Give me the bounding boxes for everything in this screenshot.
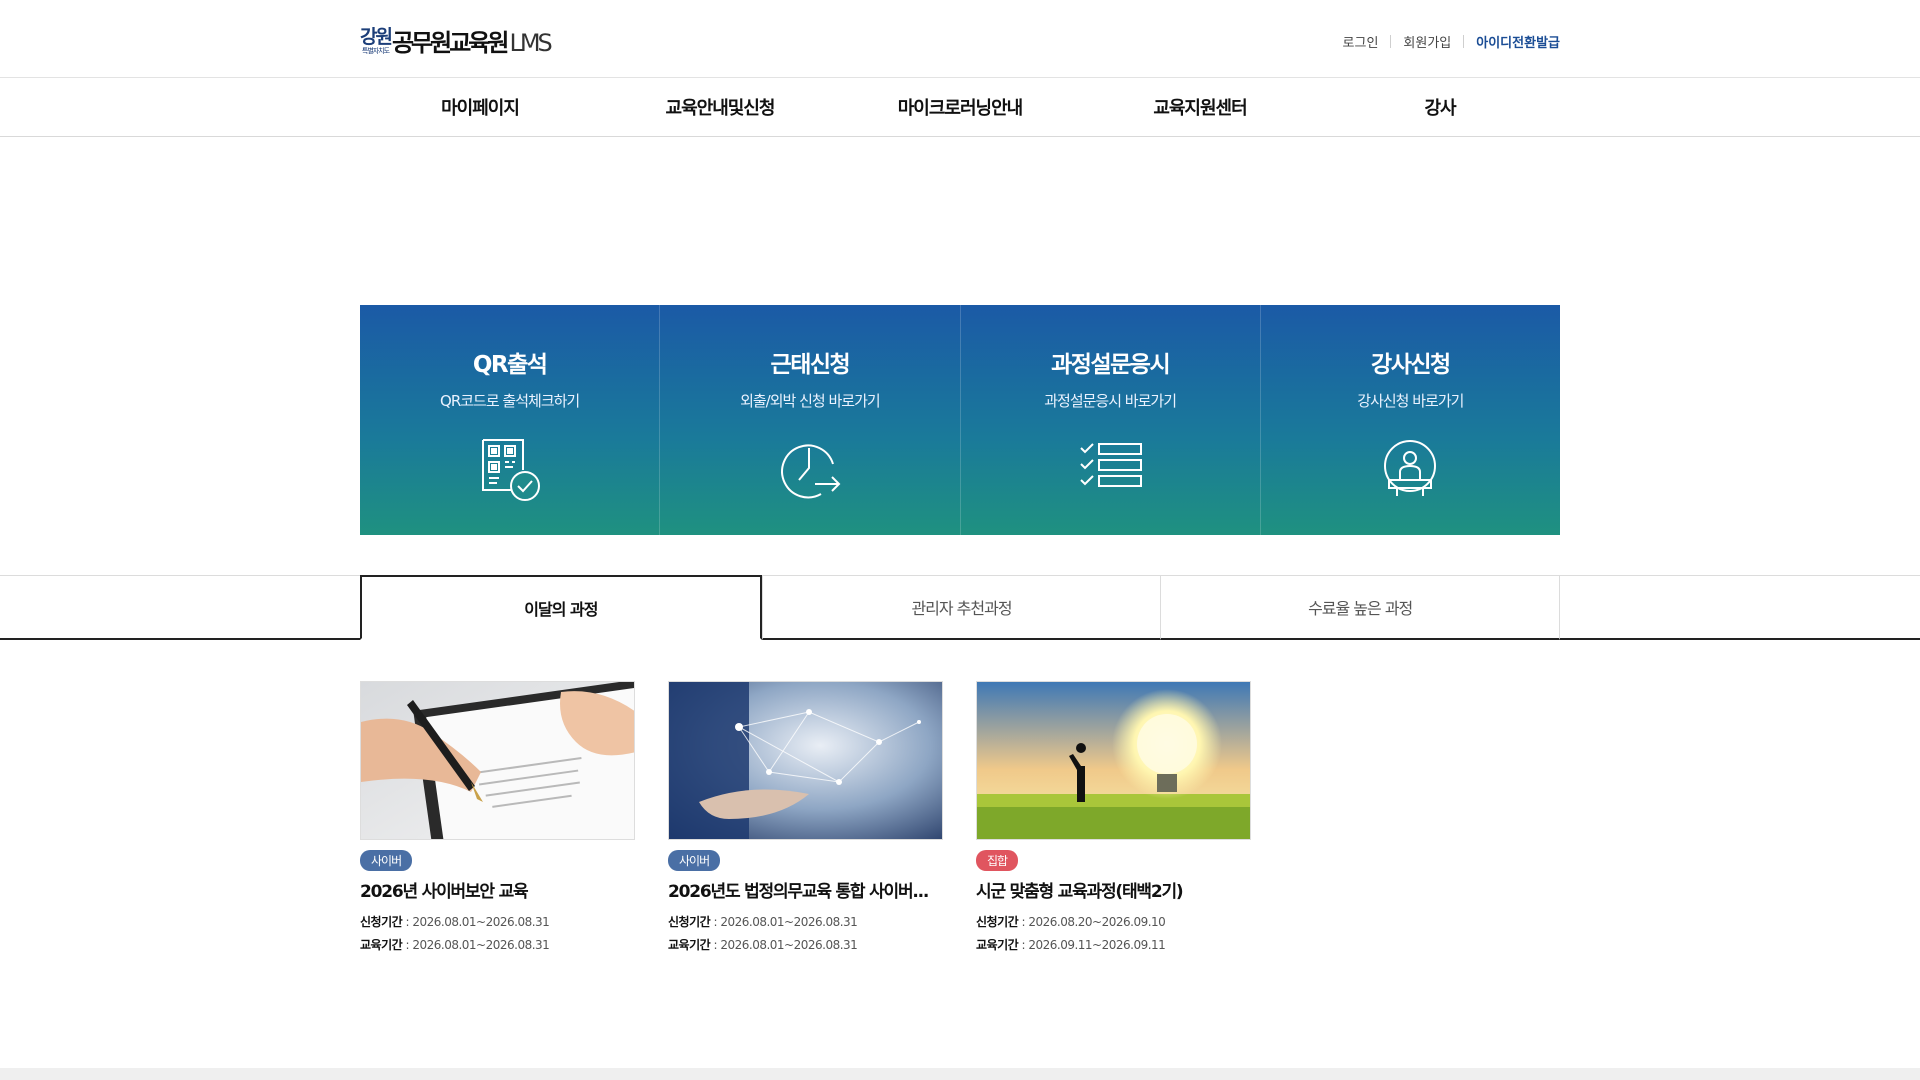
course-type-badge: 집합 bbox=[976, 850, 1019, 871]
quick-title: QR출석 bbox=[472, 352, 548, 378]
clock-arrow-icon bbox=[774, 433, 846, 505]
nav-microlearning[interactable]: 마이크로러닝안내 bbox=[840, 78, 1080, 136]
course-type-badge: 사이버 bbox=[668, 850, 721, 871]
quick-subtitle: QR코드로 출석체크하기 bbox=[440, 392, 580, 410]
checklist-icon bbox=[1074, 433, 1146, 505]
quick-title: 강사신청 bbox=[1371, 352, 1451, 378]
login-link[interactable]: 로그인 bbox=[1343, 32, 1379, 51]
nav-lecturer[interactable]: 강사 bbox=[1320, 78, 1560, 136]
course-meta: 신청기간 : 2026.08.01~2026.08.31 교육기간 : 2026… bbox=[668, 915, 858, 952]
footer-strip bbox=[0, 1068, 1920, 1080]
course-card[interactable]: 사이버 2026년 사이버보안 교육 신청기간 : 2026.08.01~202… bbox=[360, 681, 635, 957]
course-title[interactable]: 시군 맞춤형 교육과정(태백2기) bbox=[976, 877, 1251, 902]
course-tabs: 이달의 과정 관리자 추천과정 수료율 높은 과정 bbox=[0, 575, 1920, 640]
quick-title: 근태신청 bbox=[770, 352, 851, 378]
tab-this-month[interactable]: 이달의 과정 bbox=[360, 575, 762, 640]
nav-mypage[interactable]: 마이페이지 bbox=[360, 78, 600, 136]
quick-subtitle: 외출/외박 신청 바로가기 bbox=[740, 392, 881, 410]
tab-admin-recommended[interactable]: 관리자 추천과정 bbox=[761, 575, 1161, 640]
course-meta: 신청기간 : 2026.08.01~2026.08.31 교육기간 : 2026… bbox=[360, 915, 550, 952]
site-header: 강원 특별자치도 공무원교육원 LMS 로그인 회원가입 아이디전환발급 bbox=[0, 0, 1920, 78]
qr-check-icon bbox=[474, 433, 546, 505]
course-card[interactable]: 집합 시군 맞춤형 교육과정(태백2기) 신청기간 : 2026.08.20~2… bbox=[976, 681, 1251, 957]
quick-menu: QR출석 QR코드로 출석체크하기 근태신청 외출/외박 신청 바로가기 과정설… bbox=[0, 305, 1920, 535]
quick-subtitle: 과정설문응시 바로가기 bbox=[1044, 392, 1177, 410]
course-title[interactable]: 2026년도 법정의무교육 통합 사이버... bbox=[668, 877, 943, 902]
logo-name: 공무원교육원 bbox=[391, 28, 509, 57]
site-logo[interactable]: 강원 특별자치도 공무원교육원 LMS bbox=[360, 25, 553, 57]
course-meta: 신청기간 : 2026.08.20~2026.09.10 교육기간 : 2026… bbox=[976, 915, 1166, 952]
course-card[interactable]: 사이버 2026년도 법정의무교육 통합 사이버... 신청기간 : 2026.… bbox=[668, 681, 943, 957]
quick-survey[interactable]: 과정설문응시 과정설문응시 바로가기 bbox=[959, 305, 1260, 535]
quick-subtitle: 강사신청 바로가기 bbox=[1357, 392, 1464, 410]
course-type-badge: 사이버 bbox=[360, 850, 413, 871]
join-link[interactable]: 회원가입 bbox=[1403, 32, 1451, 51]
course-thumbnail[interactable] bbox=[668, 681, 943, 840]
course-list: 사이버 2026년 사이버보안 교육 신청기간 : 2026.08.01~202… bbox=[0, 681, 1920, 957]
divider bbox=[1463, 34, 1465, 48]
course-thumbnail[interactable] bbox=[976, 681, 1251, 840]
quick-attendance-request[interactable]: 근태신청 외출/외박 신청 바로가기 bbox=[659, 305, 959, 535]
course-title[interactable]: 2026년 사이버보안 교육 bbox=[360, 877, 635, 902]
nav-support-center[interactable]: 교육지원센터 bbox=[1080, 78, 1320, 136]
logo-suffix: LMS bbox=[509, 28, 552, 57]
quick-qr-attendance[interactable]: QR출석 QR코드로 출석체크하기 bbox=[360, 305, 659, 535]
divider bbox=[1390, 34, 1392, 48]
logo-seal: 강원 특별자치도 bbox=[360, 25, 393, 55]
quick-title: 과정설문응시 bbox=[1051, 352, 1170, 378]
quick-lecturer-apply[interactable]: 강사신청 강사신청 바로가기 bbox=[1259, 305, 1560, 535]
id-convert-link[interactable]: 아이디전환발급 bbox=[1476, 32, 1560, 51]
utility-menu: 로그인 회원가입 아이디전환발급 bbox=[1343, 32, 1560, 51]
lecturer-icon bbox=[1374, 433, 1446, 505]
course-thumbnail[interactable] bbox=[360, 681, 635, 840]
nav-education-info[interactable]: 교육안내및신청 bbox=[600, 78, 840, 136]
tab-high-completion[interactable]: 수료율 높은 과정 bbox=[1160, 575, 1561, 640]
main-navigation: 마이페이지 교육안내및신청 마이크로러닝안내 교육지원센터 강사 bbox=[0, 78, 1920, 137]
